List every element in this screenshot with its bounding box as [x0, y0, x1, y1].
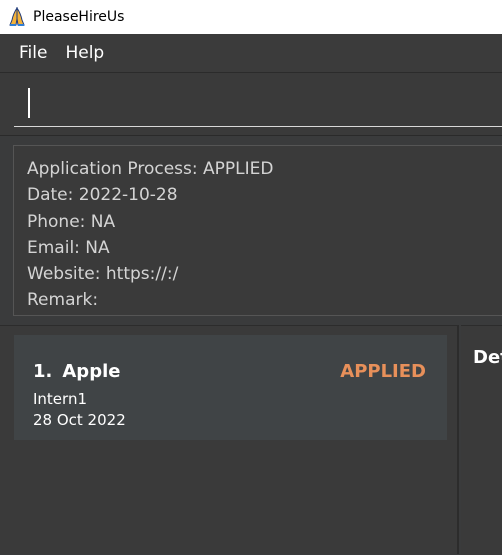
praying-hands-icon	[7, 7, 27, 27]
result-line-email: Email: NA	[27, 237, 110, 258]
internship-card[interactable]: 1. Apple APPLIED Intern1 28 Oct 2022	[14, 335, 447, 440]
card-title: 1. Apple	[33, 361, 120, 382]
result-line-phone: Phone: NA	[27, 211, 116, 232]
internship-list-panel: 1. Apple APPLIED Intern1 28 Oct 2022	[0, 325, 459, 554]
menu-help[interactable]: Help	[65, 43, 104, 63]
card-company: Apple	[62, 361, 121, 382]
detail-panel: Det	[461, 325, 502, 555]
status-badge: APPLIED	[340, 361, 426, 382]
card-date: 28 Oct 2022	[33, 411, 126, 429]
result-line-process: Application Process: APPLIED	[27, 159, 274, 179]
card-position: Intern1	[33, 390, 87, 408]
card-index: 1.	[33, 361, 53, 382]
window-title: PleaseHireUs	[33, 9, 125, 25]
text-caret	[28, 88, 30, 118]
command-input[interactable]	[14, 81, 502, 127]
menu-bar: File Help	[0, 34, 502, 73]
command-box-area	[0, 73, 502, 136]
result-line-remark: Remark:	[27, 290, 99, 311]
result-line-date: Date: 2022-10-28	[27, 185, 178, 206]
result-display: Application Process: APPLIED Date: 2022-…	[13, 145, 502, 316]
menu-file[interactable]: File	[19, 43, 47, 63]
title-bar: PleaseHireUs	[0, 0, 502, 34]
detail-title: Det	[473, 347, 502, 368]
result-line-website: Website: https://:/	[27, 264, 179, 285]
